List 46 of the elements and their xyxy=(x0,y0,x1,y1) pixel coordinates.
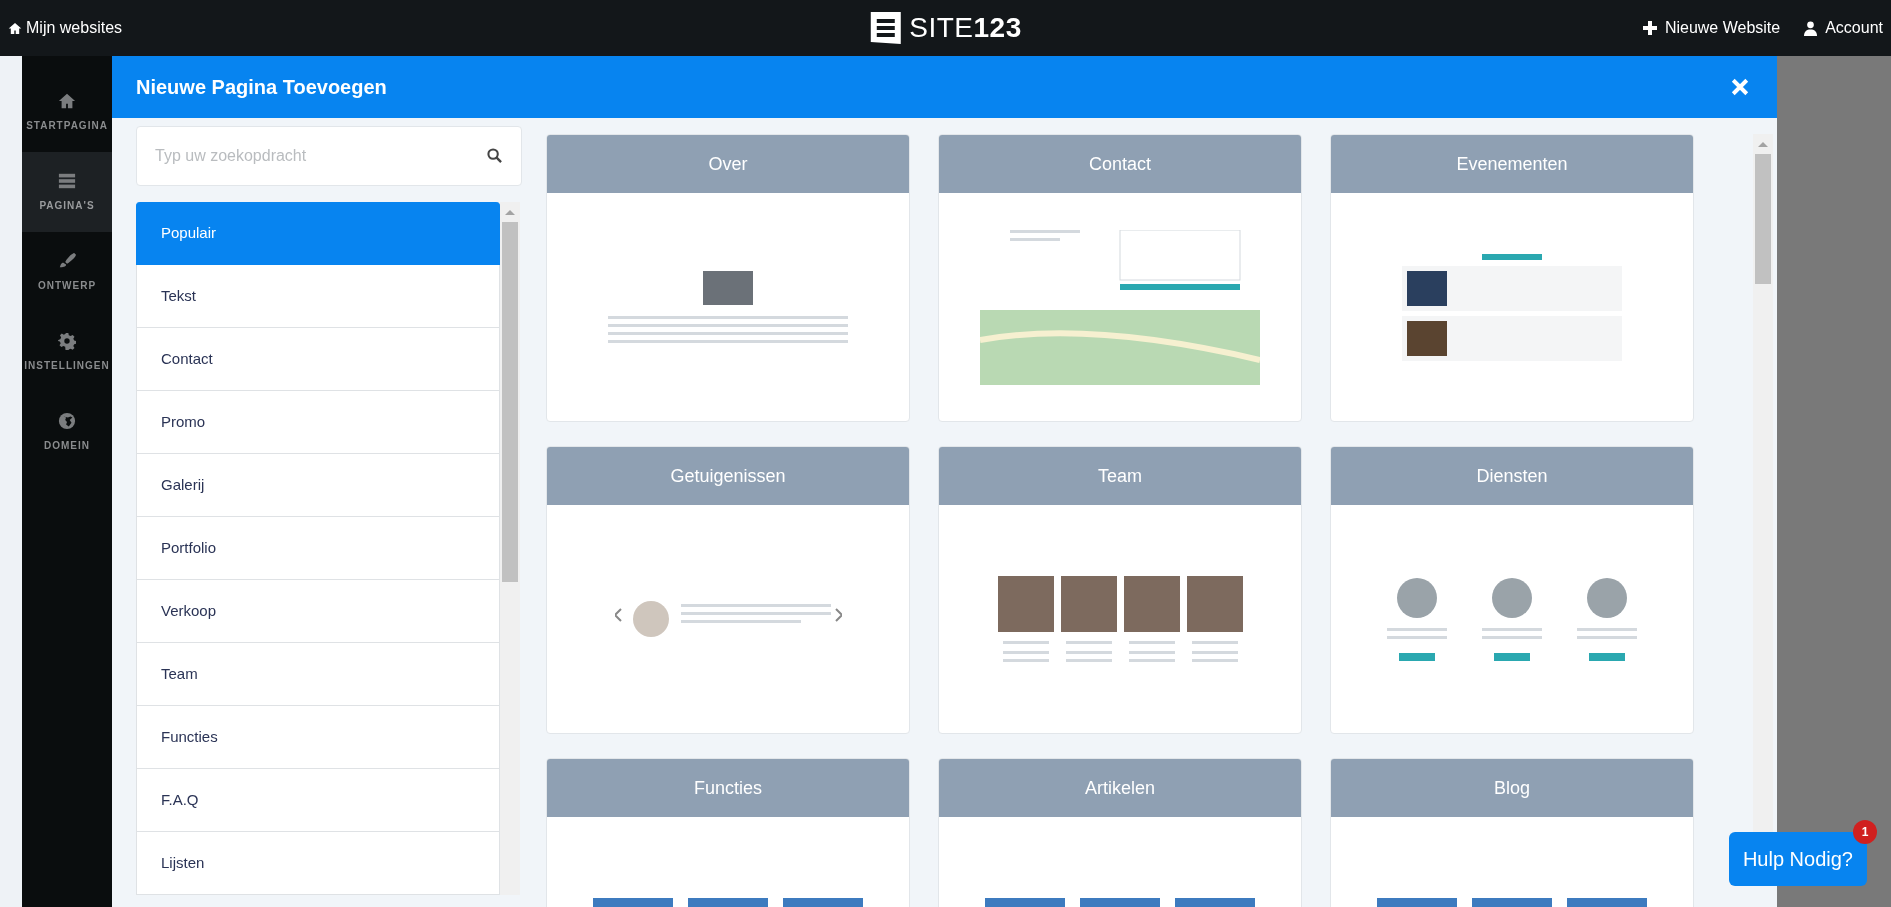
category-item[interactable]: Lijsten xyxy=(136,832,500,895)
category-item[interactable]: Tekst xyxy=(136,265,500,328)
template-title: Getuigenissen xyxy=(547,447,909,505)
template-title: Diensten xyxy=(1331,447,1693,505)
template-title: Evenementen xyxy=(1331,135,1693,193)
close-icon xyxy=(1731,78,1749,96)
home-icon xyxy=(8,21,22,35)
template-title: Over xyxy=(547,135,909,193)
scrollbar-thumb[interactable] xyxy=(502,222,518,582)
home-link[interactable]: Mijn websites xyxy=(8,16,123,40)
logo-icon xyxy=(869,10,902,46)
template-title: Artikelen xyxy=(939,759,1301,817)
sidebar-nav-item[interactable]: DOMEIN xyxy=(22,392,112,472)
template-title: Contact xyxy=(939,135,1301,193)
sidebar-nav-item[interactable]: PAGINA'S xyxy=(22,152,112,232)
category-item[interactable]: F.A.Q xyxy=(136,769,500,832)
category-item[interactable]: Populair xyxy=(136,202,500,265)
settings-icon xyxy=(58,331,76,350)
category-item[interactable]: Verkoop xyxy=(136,580,500,643)
template-title: Functies xyxy=(547,759,909,817)
globe-icon xyxy=(58,411,76,430)
scrollbar[interactable] xyxy=(500,202,520,895)
category-item[interactable]: Promo xyxy=(136,391,500,454)
new-website-link[interactable]: Nieuwe Website xyxy=(1642,16,1781,40)
search-field[interactable]: Typ uw zoekopdracht xyxy=(136,126,522,186)
template-title: Team xyxy=(939,447,1301,505)
category-item[interactable]: Galerij xyxy=(136,454,500,517)
home-icon xyxy=(58,91,76,110)
category-item[interactable]: Functies xyxy=(136,706,500,769)
brush-icon xyxy=(58,251,76,270)
search-icon xyxy=(487,148,502,163)
scrollbar-thumb[interactable] xyxy=(1755,154,1771,284)
sidebar-nav-item[interactable]: INSTELLINGEN xyxy=(22,312,112,392)
user-icon xyxy=(1804,20,1818,36)
modal-title: Nieuwe Pagina Toevoegen xyxy=(136,75,387,100)
logo-text: SITE123 xyxy=(909,11,1022,45)
sidebar-nav-item[interactable]: ONTWERP xyxy=(22,232,112,312)
category-item[interactable]: Portfolio xyxy=(136,517,500,580)
sidebar-nav-item[interactable]: STARTPAGINA xyxy=(22,72,112,152)
stacked-bars-icon xyxy=(58,171,76,190)
plus-icon xyxy=(1642,21,1657,35)
template-title: Blog xyxy=(1331,759,1693,817)
account-link[interactable]: Account xyxy=(1804,16,1883,40)
scrollbar[interactable] xyxy=(1753,134,1773,834)
category-item[interactable]: Team xyxy=(136,643,500,706)
category-item[interactable]: Contact xyxy=(136,328,500,391)
